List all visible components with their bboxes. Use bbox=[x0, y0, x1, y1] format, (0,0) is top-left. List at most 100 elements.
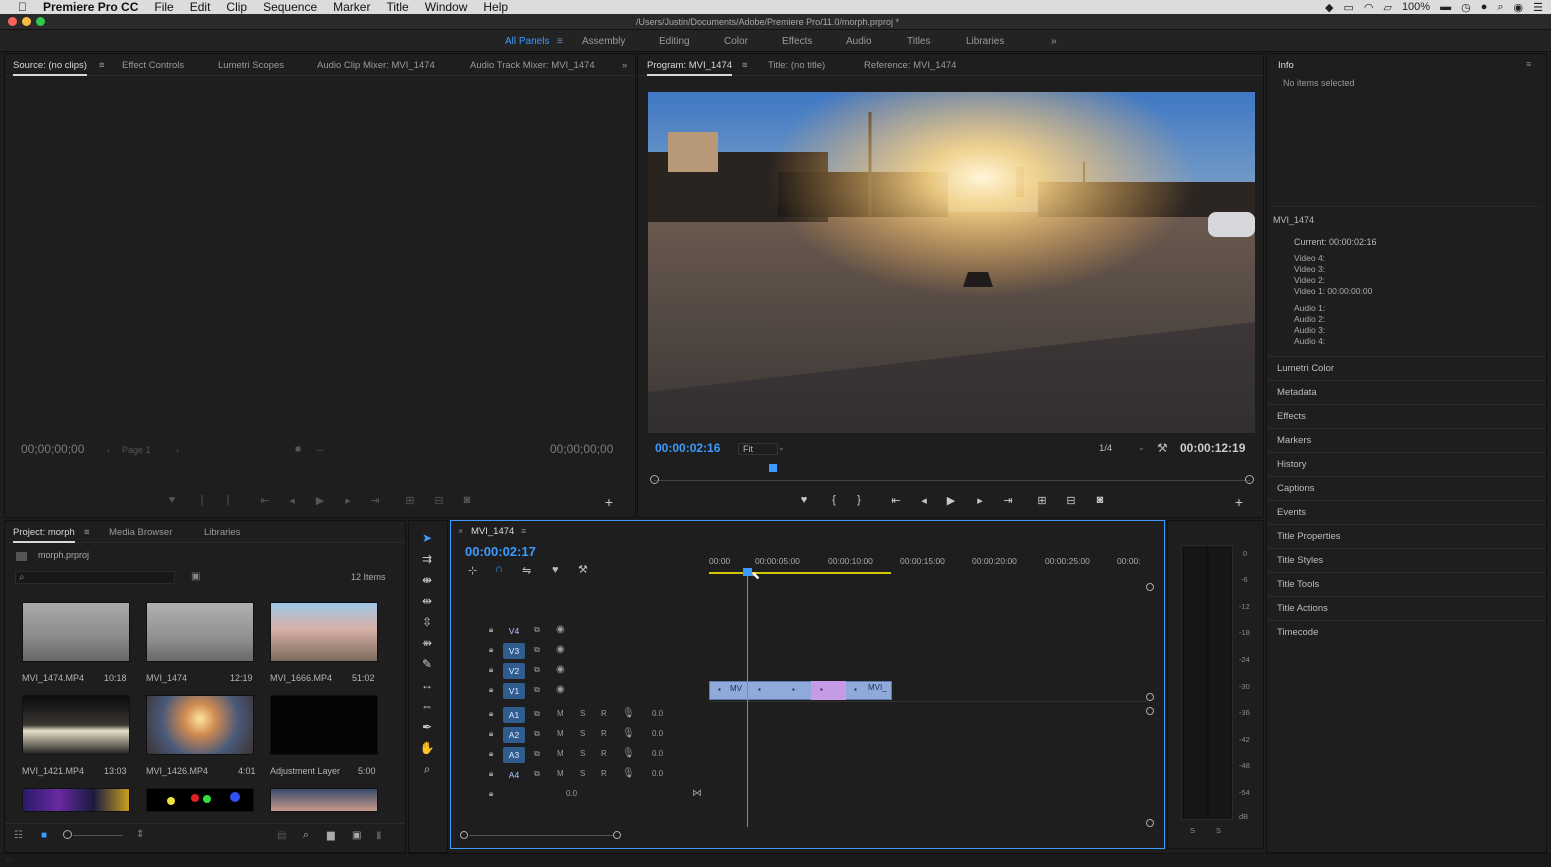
source-step-forward-button[interactable]: ▸ bbox=[341, 494, 355, 507]
record-button[interactable]: R bbox=[601, 749, 607, 758]
program-play-button[interactable]: ▶ bbox=[944, 494, 958, 507]
program-tc-current[interactable]: 00:00:02:16 bbox=[655, 441, 720, 455]
voiceover-mic-icon[interactable]: 🎙︎ bbox=[622, 748, 635, 759]
track-target-v1[interactable]: V1 bbox=[503, 683, 525, 699]
panel-events[interactable]: Events bbox=[1267, 500, 1546, 524]
tab-source[interactable]: Source: (no clips) bbox=[13, 60, 87, 76]
h-zoom-handle-right[interactable] bbox=[613, 831, 621, 839]
v-zoom-handle-mid[interactable] bbox=[1146, 693, 1154, 701]
airplay-icon[interactable]: ▱ bbox=[1383, 1, 1391, 14]
track-target-v2[interactable]: V2 bbox=[503, 663, 525, 679]
lock-icon[interactable]: 🔒︎ bbox=[489, 709, 493, 719]
sequence-tab[interactable]: MVI_1474 bbox=[471, 526, 514, 537]
snap-icon[interactable]: ∩ bbox=[495, 563, 503, 575]
sync-lock-icon[interactable]: ⧉ bbox=[534, 625, 540, 635]
source-tc-in[interactable]: 00;00;00;00 bbox=[21, 442, 84, 456]
minimize-window-button[interactable] bbox=[22, 17, 31, 26]
record-button[interactable]: R bbox=[601, 769, 607, 778]
panel-title-properties[interactable]: Title Properties bbox=[1267, 524, 1546, 548]
program-mark-out-button[interactable]: } bbox=[852, 494, 866, 506]
tab-media-browser[interactable]: Media Browser bbox=[109, 527, 172, 538]
source-overflow-icon[interactable]: » bbox=[622, 60, 627, 71]
master-channel-icon[interactable]: ⋈ bbox=[692, 788, 702, 799]
sync-lock-icon[interactable]: ⧉ bbox=[534, 769, 540, 779]
slide-tool-icon[interactable]: ⇔ bbox=[419, 699, 435, 715]
source-mark-in-button[interactable]: | bbox=[195, 494, 209, 506]
rate-stretch-tool-icon[interactable]: ⇳ bbox=[419, 615, 435, 631]
solo-button[interactable]: S bbox=[580, 729, 585, 738]
track-target-a3[interactable]: A3 bbox=[503, 747, 525, 763]
adjustment-clip[interactable] bbox=[811, 681, 846, 700]
a-zoom-handle-top[interactable] bbox=[1146, 707, 1154, 715]
wifi-icon[interactable]: ◠ bbox=[1364, 1, 1374, 14]
mute-button[interactable]: M bbox=[557, 769, 564, 778]
program-settings-wrench-icon[interactable]: ⚒ bbox=[1157, 441, 1168, 455]
meter-solo-left[interactable]: S bbox=[1190, 826, 1195, 835]
workspace-audio[interactable]: Audio bbox=[846, 36, 872, 47]
record-button[interactable]: R bbox=[601, 729, 607, 738]
lock-icon[interactable]: 🔒︎ bbox=[489, 645, 493, 655]
linked-selection-icon[interactable]: ⇋ bbox=[522, 564, 531, 577]
thumbnail-mvi-1426-mp4[interactable] bbox=[146, 695, 254, 755]
track-volume[interactable]: 0.0 bbox=[652, 709, 663, 718]
thumbnail-clip-7[interactable] bbox=[22, 788, 130, 812]
sync-lock-icon[interactable]: ⧉ bbox=[534, 749, 540, 759]
v-zoom-handle-top[interactable] bbox=[1146, 583, 1154, 591]
menu-file[interactable]: File bbox=[146, 0, 181, 14]
menu-title[interactable]: Title bbox=[378, 0, 416, 14]
tab-lumetri-scopes[interactable]: Lumetri Scopes bbox=[218, 60, 284, 71]
tab-audio-track-mixer[interactable]: Audio Track Mixer: MVI_1474 bbox=[470, 60, 595, 71]
program-video-frame[interactable] bbox=[648, 92, 1255, 433]
apple-icon[interactable]:  bbox=[0, 0, 35, 14]
track-target-v3[interactable]: V3 bbox=[503, 643, 525, 659]
source-mark-out-button[interactable]: | bbox=[221, 494, 235, 506]
razor-extend-tool-icon[interactable]: ⇻ bbox=[419, 636, 435, 652]
source-tc-out[interactable]: 00;00;00;00 bbox=[550, 442, 613, 456]
tab-project[interactable]: Project: morph bbox=[13, 527, 75, 543]
menu-marker[interactable]: Marker bbox=[325, 0, 378, 14]
program-go-in-button[interactable]: ⇤ bbox=[889, 494, 903, 507]
mute-button[interactable]: M bbox=[557, 749, 564, 758]
project-tab-menu-icon[interactable]: ≡ bbox=[84, 527, 90, 538]
workspace-overflow-icon[interactable]: » bbox=[1051, 36, 1057, 47]
project-search-input[interactable]: ⌕ bbox=[15, 571, 175, 584]
program-add-button[interactable]: + bbox=[1232, 494, 1246, 510]
spotlight-icon[interactable]: ⌕ bbox=[1497, 1, 1503, 14]
thumbnail-mvi-1474-mp4[interactable] bbox=[22, 602, 130, 662]
thumbnail-clip-9[interactable] bbox=[270, 788, 378, 812]
track-volume[interactable]: 0.0 bbox=[652, 749, 663, 758]
timeline-settings-icon[interactable]: ⚒ bbox=[578, 563, 588, 576]
track-select-tool-icon[interactable]: ⇉ bbox=[419, 552, 435, 568]
menu-sequence[interactable]: Sequence bbox=[255, 0, 325, 14]
eye-icon[interactable]: ◉ bbox=[556, 624, 565, 635]
pen-tool-icon[interactable]: ✒ bbox=[419, 720, 435, 736]
thumbnail-mvi-1421-mp4[interactable] bbox=[22, 695, 130, 755]
eye-icon[interactable]: ◉ bbox=[556, 684, 565, 695]
thumbnail-mvi-1474-sequence[interactable] bbox=[146, 602, 254, 662]
source-prev-page-icon[interactable]: ‹ bbox=[107, 445, 110, 455]
lock-icon[interactable]: 🔒︎ bbox=[489, 685, 493, 695]
selection-tool-icon[interactable]: ➤ bbox=[419, 531, 435, 547]
list-view-icon[interactable]: ☷ bbox=[14, 830, 23, 841]
menu-help[interactable]: Help bbox=[475, 0, 516, 14]
dropbox-icon[interactable]: ◆ bbox=[1325, 1, 1333, 14]
tab-reference[interactable]: Reference: MVI_1474 bbox=[864, 60, 956, 71]
slip-tool-icon[interactable]: ↔ bbox=[419, 678, 435, 694]
zoom-slider-handle[interactable] bbox=[63, 830, 72, 839]
eye-icon[interactable]: ◉ bbox=[556, 664, 565, 675]
program-tab-menu-icon[interactable]: ≡ bbox=[742, 60, 748, 71]
lock-icon[interactable]: 🔒︎ bbox=[489, 789, 493, 799]
new-bin-from-search-icon[interactable]: ▣ bbox=[191, 571, 200, 582]
video-clip-v1[interactable]: MV ▪ ▪ ▪ ▪ ▪ MVI_ bbox=[709, 681, 892, 700]
add-marker-icon[interactable]: ♥ bbox=[552, 564, 559, 576]
sequence-menu-icon[interactable]: ≡ bbox=[521, 526, 526, 536]
timeline-ruler[interactable]: 00:00 00:00:05:00 00:00:10:00 00:00:15:0… bbox=[709, 553, 1149, 579]
eye-icon[interactable]: ◉ bbox=[556, 644, 565, 655]
sync-lock-icon[interactable]: ⧉ bbox=[534, 709, 540, 719]
razor-tool-icon[interactable]: ✎ bbox=[419, 657, 435, 673]
program-resolution-select[interactable]: 1/4 bbox=[1099, 443, 1112, 454]
panel-title-styles[interactable]: Title Styles bbox=[1267, 548, 1546, 572]
tab-program[interactable]: Program: MVI_1474 bbox=[647, 60, 733, 76]
clock-icon[interactable]: ◷ bbox=[1461, 1, 1471, 14]
lock-icon[interactable]: 🔒︎ bbox=[489, 625, 493, 635]
